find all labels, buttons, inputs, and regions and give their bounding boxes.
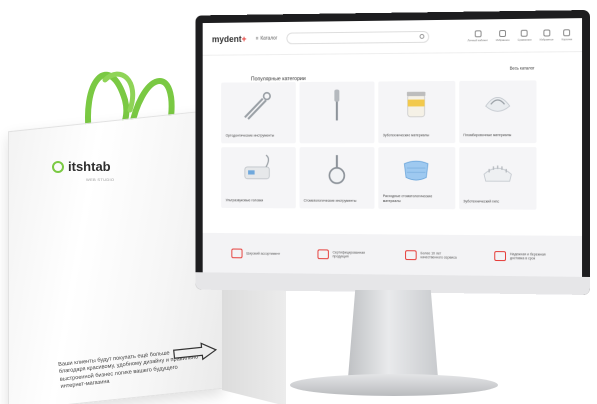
catalog-button[interactable]: ≡ Каталог [256,35,278,41]
heart-icon [499,30,506,37]
jar-icon [400,86,434,123]
site-logo-plus: + [242,34,247,44]
denture-icon [480,86,514,124]
feature-item: Сертифицированная продукция [317,249,372,259]
category-card[interactable]: Ортодонтические инструменты [221,82,295,143]
catalog-label: Каталог [260,35,277,41]
brand-ring-icon [52,161,64,173]
features-bar: Широкий ассортимент Сертифицированная пр… [203,233,582,277]
category-label: Пломбировочные материалы [463,133,517,137]
menu-icon: ≡ [256,35,259,41]
header-icon-compare[interactable]: Сравнение [518,29,532,41]
site-header: mydent+ ≡ Каталог Личный кабинет Избранн… [203,18,582,56]
header-icon-account[interactable]: Личный кабинет [467,30,488,42]
search-input[interactable] [287,30,430,43]
user-icon [474,30,481,37]
mask-icon [400,152,434,189]
award-icon [231,249,242,259]
category-card[interactable]: Стоматологические инструменты [299,147,374,209]
model-icon [480,152,514,190]
site-logo-text: mydent [212,34,242,44]
header-icon-label: Избранное [496,37,510,41]
mirror-round-icon [320,152,353,189]
category-card[interactable]: Зуботехнические материалы [378,81,455,143]
category-label: Стоматологические инструменты [304,198,357,203]
header-icon-label: Избранное [540,37,554,41]
header-icon-label: Личный кабинет [467,38,488,42]
feature-label: Надежная и бережная доставка в срок [510,252,551,261]
category-card[interactable]: Зуботехнический гипс [459,147,537,210]
header-icon-label: Корзина [562,37,573,41]
favorite-icon [543,29,550,36]
see-all-link[interactable]: Весь каталог [510,65,535,70]
device-icon [242,152,275,189]
category-label: Зуботехнический гипс [463,199,517,204]
category-label: Расходные стоматологические материалы [383,194,437,203]
category-label: Ортодонтические инструменты [226,133,278,137]
header-icon-favorite[interactable]: Избранное [540,29,554,41]
cart-icon [563,29,570,36]
bag-tagline: WEB STUDIO [86,177,114,182]
category-card[interactable]: Расходные стоматологические материалы [378,147,455,209]
header-icons: Личный кабинет Избранное Сравнение Избра… [467,29,572,42]
bag-logo: itshtab [52,159,111,174]
monitor-stand [348,290,438,378]
stars-icon [405,250,417,260]
header-icon-cart[interactable]: Корзина [562,29,573,41]
pliers-icon [242,87,275,124]
category-card[interactable]: Пломбировочные материалы [459,80,537,143]
feature-label: Сертифицированная продукция [333,250,373,259]
certificate-icon [317,249,328,259]
category-label: Ультразвуковые головки [226,198,278,203]
category-label: Зуботехнические материалы [383,133,437,137]
truck-icon [494,251,506,261]
header-icon-label: Сравнение [518,37,532,41]
category-card[interactable] [299,82,374,144]
feature-item: Более 10 лет качественного сервиса [405,250,461,260]
feature-item: Широкий ассортимент [231,249,285,259]
monitor-screen: mydent+ ≡ Каталог Личный кабинет Избранн… [203,18,582,277]
category-card[interactable]: Ультразвуковые головки [221,147,295,208]
search-icon[interactable] [420,34,425,39]
feature-label: Широкий ассортимент [246,251,285,256]
site-logo[interactable]: mydent+ [212,34,247,44]
mirror-icon [320,87,353,124]
monitor-base [290,374,498,396]
feature-label: Более 10 лет качественного сервиса [420,251,461,260]
monitor: mydent+ ≡ Каталог Личный кабинет Избранн… [195,10,590,295]
categories-grid: Ортодонтические инструменты Зуботехничес… [221,80,536,209]
header-icon-heart[interactable]: Избранное [496,29,510,41]
compare-icon [521,29,528,36]
feature-item: Надежная и бережная доставка в срок [494,251,551,262]
bag-brand-name: itshtab [68,159,111,174]
